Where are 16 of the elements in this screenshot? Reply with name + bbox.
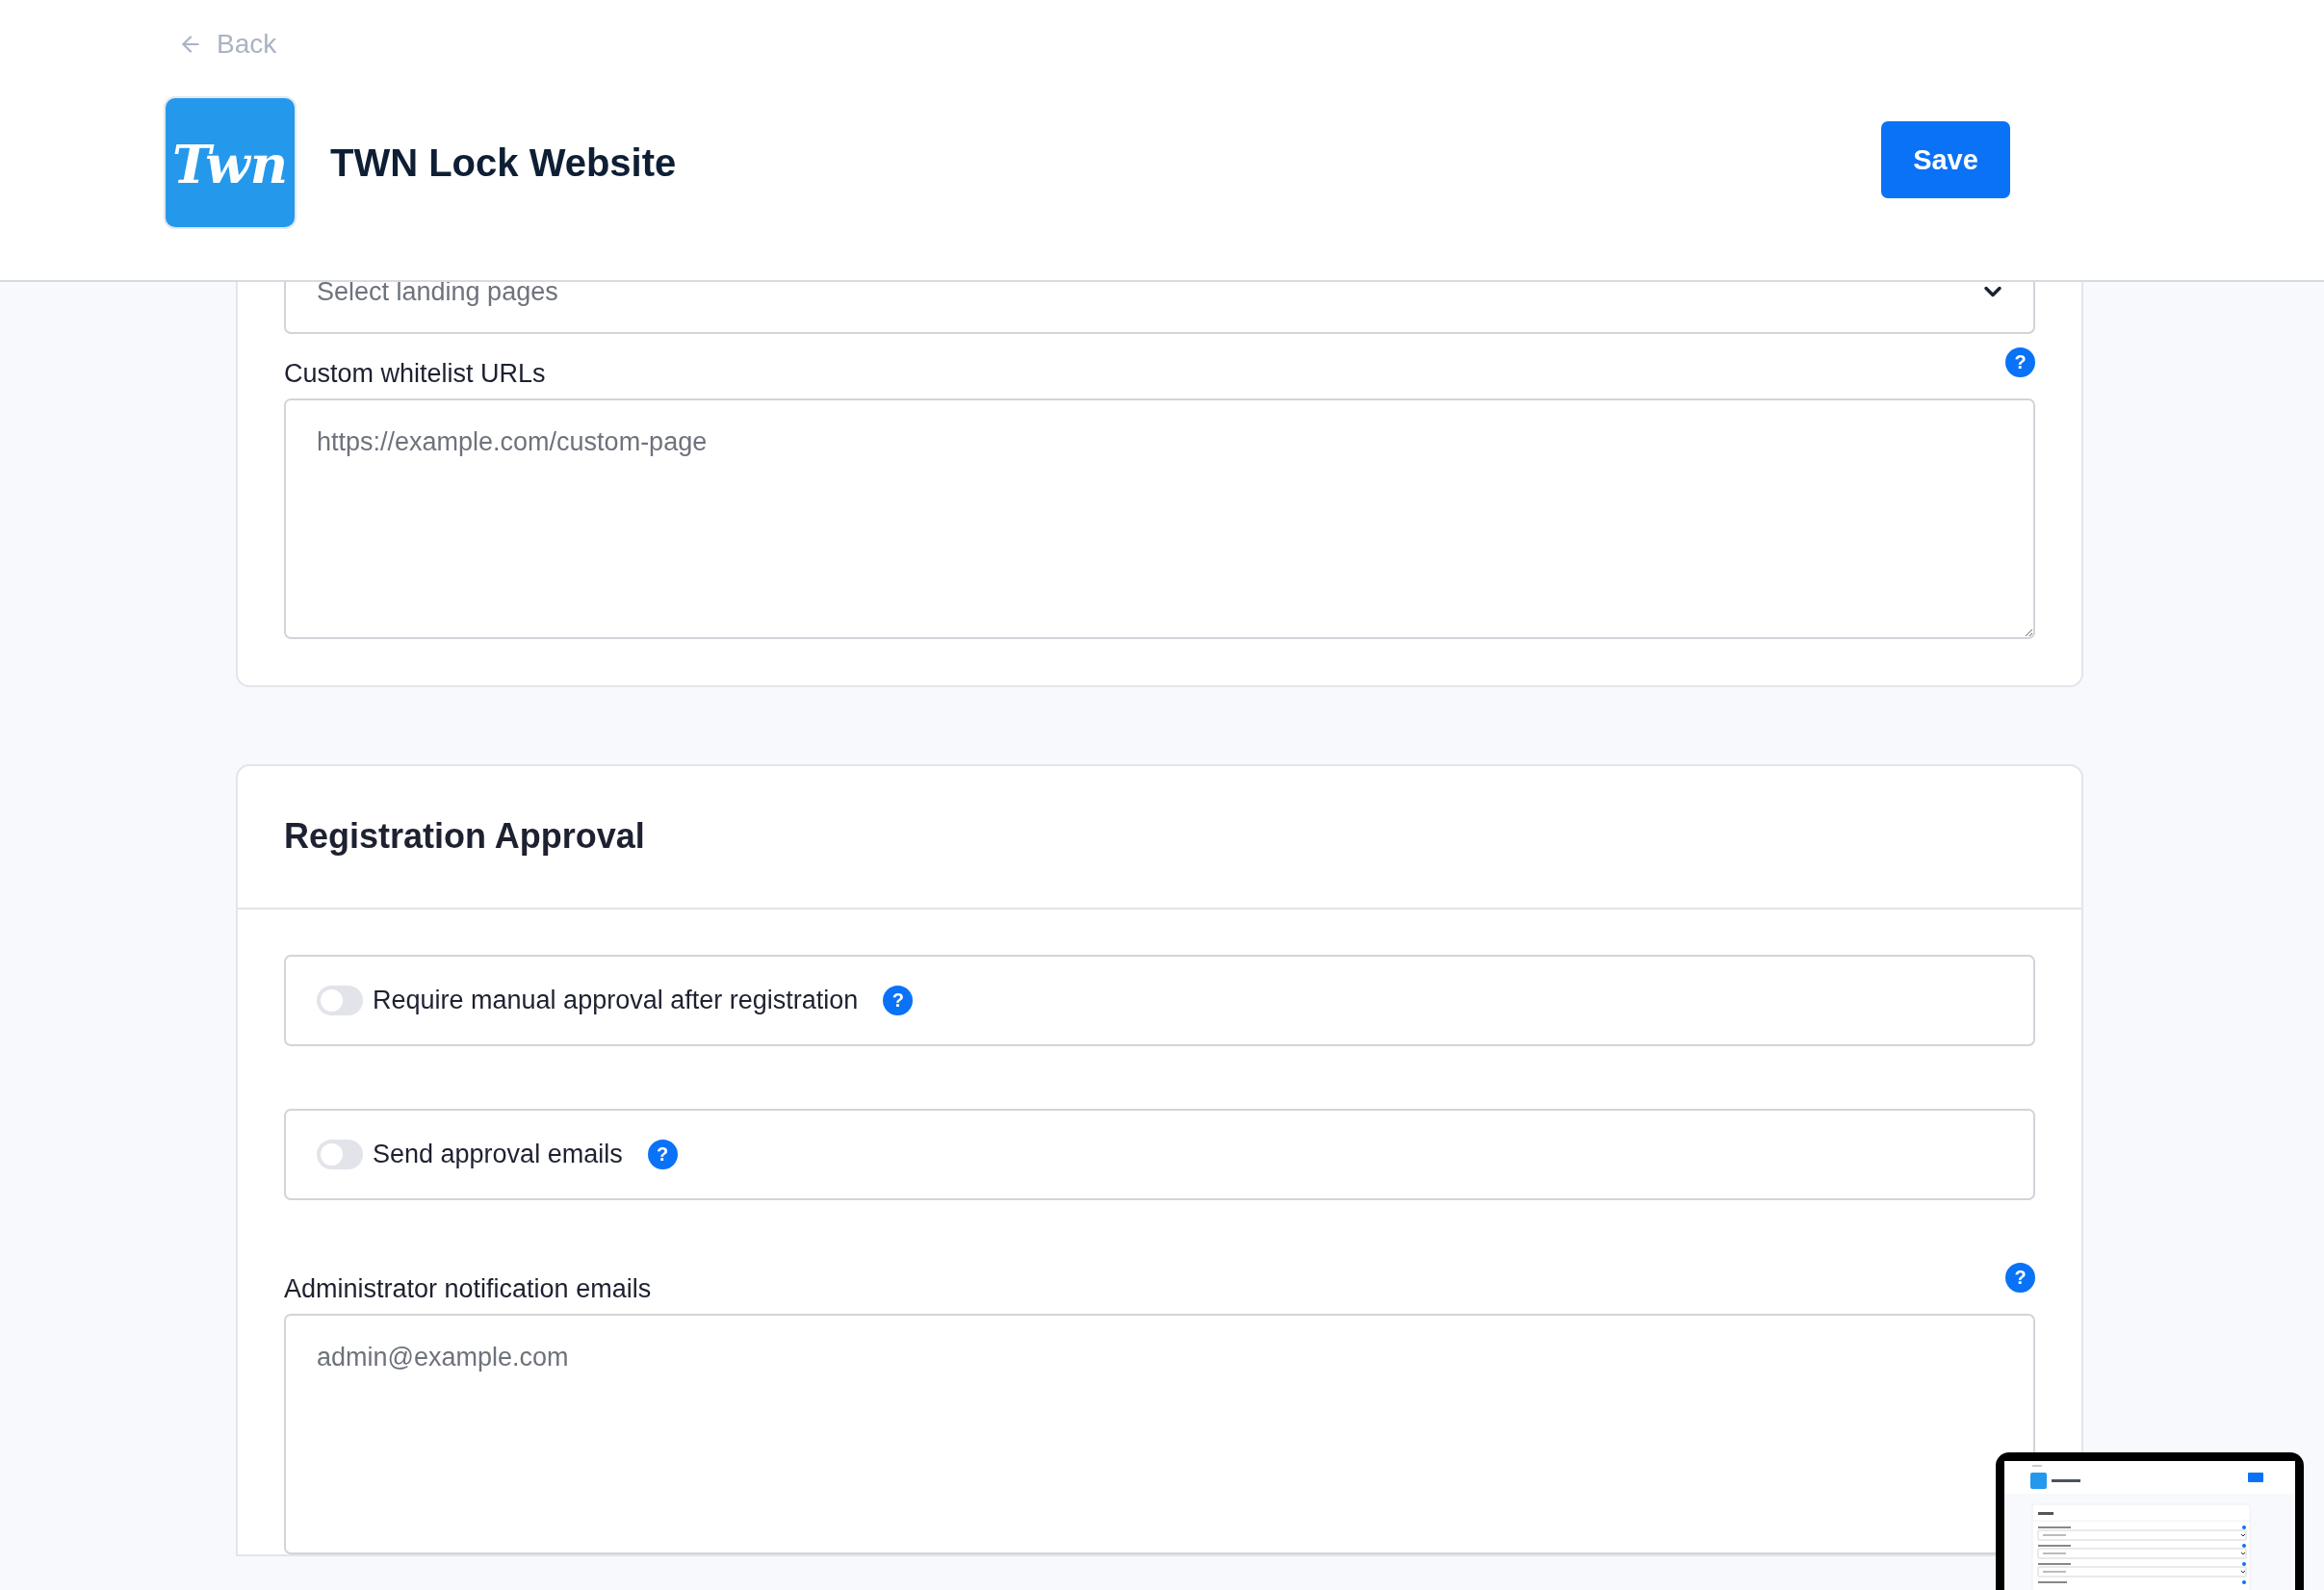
field-label: Custom whitelist URLs	[284, 359, 546, 389]
toggle-label: Send approval emails	[373, 1140, 623, 1169]
input-field[interactable]: admin@example.com	[284, 1314, 2035, 1554]
help-icon[interactable]: ?	[883, 986, 914, 1015]
field-label: Administrator notification emails	[284, 1274, 652, 1304]
toggle-switch[interactable]	[317, 1140, 363, 1169]
logo: Twn	[164, 96, 297, 229]
input-field[interactable]: https://example.com/custom-page	[284, 398, 2035, 639]
page-title: TWN Lock Website	[330, 141, 678, 185]
toggle-label: Require manual approval after registration	[373, 986, 859, 1015]
toggle-switch[interactable]	[317, 986, 363, 1015]
help-icon[interactable]: ?	[2005, 347, 2035, 377]
help-icon[interactable]: ?	[647, 1140, 678, 1169]
card-title: Registration Approval	[284, 816, 646, 857]
help-icon[interactable]: ?	[2005, 1263, 2035, 1293]
save-button[interactable]: Save	[1881, 121, 2010, 198]
